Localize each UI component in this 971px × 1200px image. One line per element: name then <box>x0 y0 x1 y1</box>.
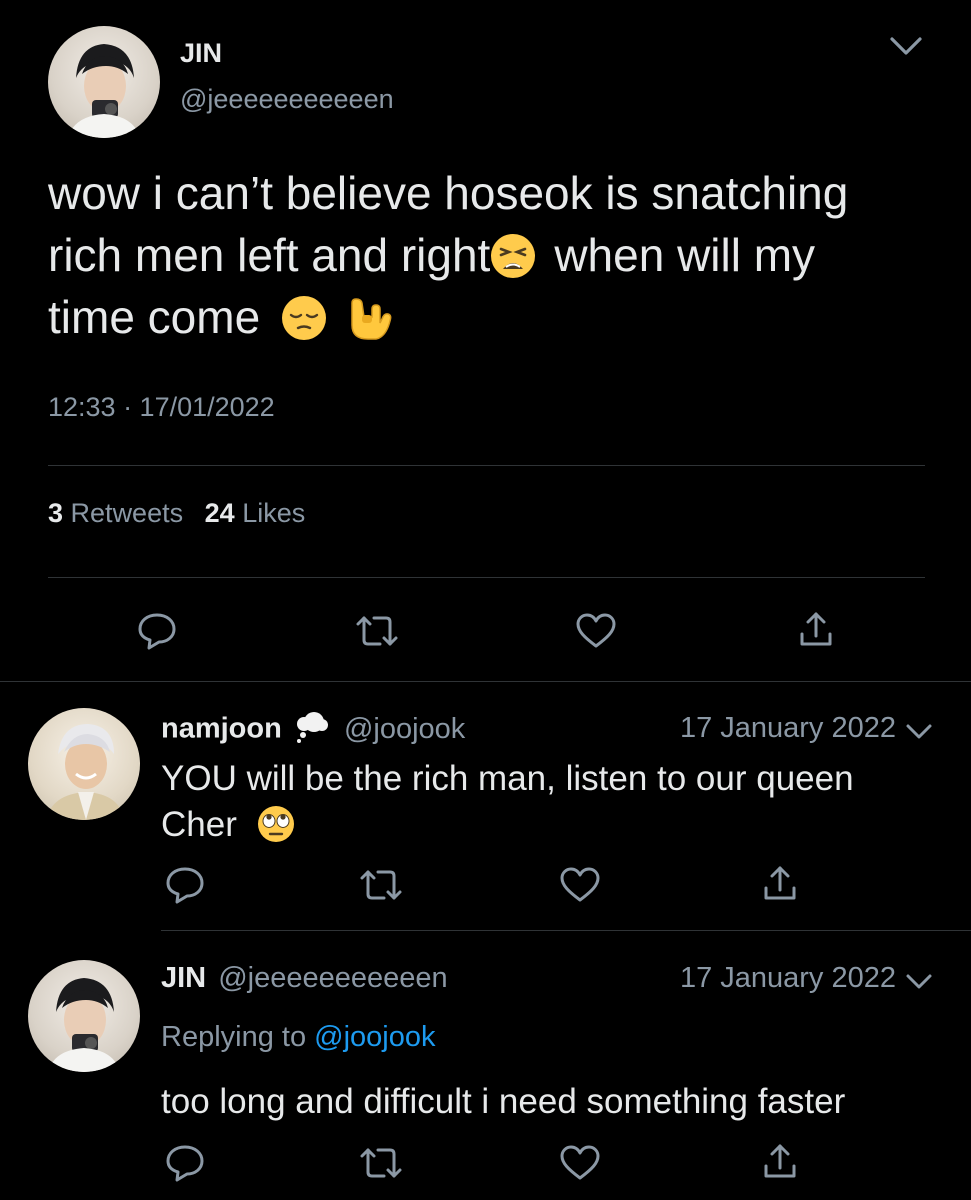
tweet-text-line: time come <box>48 286 948 348</box>
tweet-text-segment: time come <box>48 291 261 343</box>
reply-icon[interactable] <box>164 1144 206 1182</box>
replying-to-label: Replying to <box>161 1021 307 1053</box>
tweet-text-line: rich men left and right when will my <box>48 224 948 286</box>
reply-text-segment: Cher <box>161 805 237 844</box>
retweet-icon[interactable] <box>354 612 400 650</box>
reply-header: namjoon @joojook <box>161 712 465 748</box>
retweet-label: Retweets <box>70 498 184 528</box>
handle[interactable]: @joojook <box>344 713 465 745</box>
replying-to: Replying to @joojook <box>161 1021 436 1054</box>
avatar[interactable] <box>28 708 140 820</box>
handle[interactable]: @jeeeeeeeeeeen <box>180 84 394 115</box>
rolling-eyes-emoji <box>257 805 295 843</box>
chevron-down-icon[interactable] <box>888 34 924 58</box>
section-divider <box>0 681 971 682</box>
like-icon[interactable] <box>558 1144 602 1182</box>
share-icon[interactable] <box>796 610 836 650</box>
reply-text-line: YOU will be the rich man, listen to our … <box>161 759 854 798</box>
like-icon[interactable] <box>574 612 618 650</box>
handle[interactable]: @jeeeeeeeeeeen <box>218 962 447 994</box>
share-icon[interactable] <box>760 864 800 904</box>
chevron-down-icon[interactable] <box>904 722 934 742</box>
reply-icon[interactable] <box>136 612 178 650</box>
thought-balloon-emoji <box>294 708 330 744</box>
tweet-text-segment: rich men left and right <box>48 229 491 281</box>
divider <box>48 465 925 466</box>
like-label: Likes <box>242 498 306 528</box>
reply-header: JIN @jeeeeeeeeeeen <box>161 962 448 995</box>
section-divider <box>161 930 971 931</box>
reply-text: too long and difficult i need something … <box>161 1082 846 1121</box>
replying-to-link[interactable]: @joojook <box>314 1021 435 1053</box>
timestamp[interactable]: 12:33 · 17/01/2022 <box>48 392 275 423</box>
reply-text: YOU will be the rich man, listen to our … <box>161 756 854 848</box>
retweet-icon[interactable] <box>358 1144 404 1182</box>
display-name[interactable]: JIN <box>180 38 222 69</box>
display-name[interactable]: JIN <box>161 962 206 994</box>
like-icon[interactable] <box>558 866 602 904</box>
like-count: 24 <box>204 498 235 528</box>
likes-stat[interactable]: 24 Likes <box>205 498 306 528</box>
pensive-face-emoji <box>281 294 327 340</box>
tweet-text-segment: when will my <box>554 229 816 281</box>
chevron-down-icon[interactable] <box>904 972 934 992</box>
reply-icon[interactable] <box>164 866 206 904</box>
display-name[interactable]: namjoon <box>161 713 282 745</box>
love-you-gesture-emoji <box>342 291 394 343</box>
tweet-text: wow i can’t believe hoseok is snatching … <box>48 162 948 348</box>
divider <box>48 577 925 578</box>
tired-face-emoji <box>490 232 536 278</box>
share-icon[interactable] <box>760 1142 800 1182</box>
retweets-stat[interactable]: 3 Retweets <box>48 498 191 528</box>
reply-date[interactable]: 17 January 2022 <box>680 962 896 995</box>
retweet-count: 3 <box>48 498 64 528</box>
reply-text-line: Cher <box>161 802 854 848</box>
tweet-text-line: wow i can’t believe hoseok is snatching <box>48 167 849 219</box>
reply-date[interactable]: 17 January 2022 <box>680 712 896 745</box>
avatar[interactable] <box>28 960 140 1072</box>
engagement-stats: 3 Retweets 24 Likes <box>48 498 305 529</box>
retweet-icon[interactable] <box>358 866 404 904</box>
avatar[interactable] <box>48 26 160 138</box>
